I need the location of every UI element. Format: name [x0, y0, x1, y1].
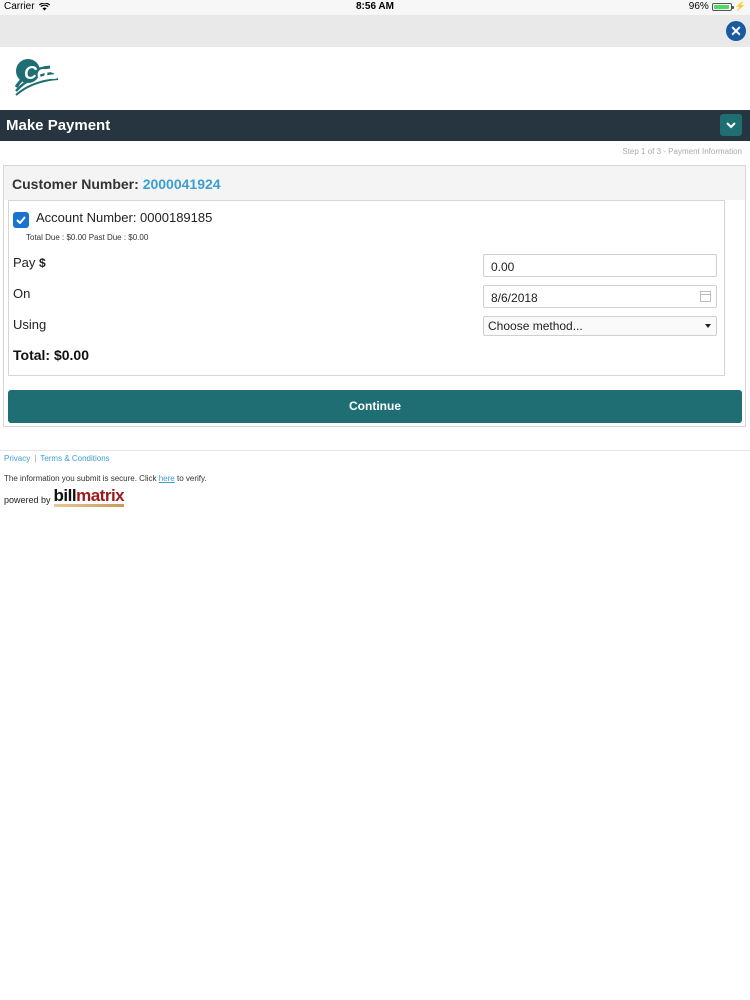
total-amount: Total: $0.00 [13, 347, 89, 363]
clock: 8:56 AM [356, 1, 394, 12]
payment-panel: Customer Number: 2000041924 Account Numb… [3, 165, 746, 427]
calendar-icon[interactable] [700, 291, 711, 302]
battery-icon [711, 2, 734, 11]
due-summary: Total Due : $0.00 Past Due : $0.00 [26, 233, 149, 242]
billmatrix-bill: bill [53, 486, 77, 505]
verify-link[interactable]: here [159, 474, 175, 483]
chevron-down-icon[interactable] [720, 114, 742, 136]
powered-by: powered by billmatrix [4, 486, 125, 507]
payment-method-value: Choose method... [488, 319, 583, 333]
battery-percent: 96% [688, 1, 709, 12]
privacy-link[interactable]: Privacy [4, 454, 30, 463]
pay-label-text: Pay [13, 255, 36, 270]
logo-area: CoServ [0, 47, 750, 110]
billmatrix-logo: billmatrix [53, 486, 125, 507]
payment-date-value: 8/6/2018 [491, 291, 538, 305]
terms-link[interactable]: Terms & Conditions [40, 454, 109, 463]
currency-symbol: $ [39, 256, 46, 270]
customer-number-text: Customer Number: [12, 176, 139, 192]
secure-suffix: to verify. [174, 474, 207, 483]
page-title: Make Payment [6, 117, 111, 134]
customer-header: Customer Number: 2000041924 [4, 166, 745, 200]
checkmark-icon [16, 216, 26, 225]
secure-prefix: The information you submit is secure. Cl… [4, 474, 159, 483]
svg-text:CoServ: CoServ [24, 63, 88, 83]
pay-amount-value: 0.00 [491, 260, 515, 274]
step-indicator: Step 1 of 3 - Payment Information [622, 147, 742, 156]
status-bar: Carrier 8:56 AM 96% ⚡ [0, 0, 750, 15]
on-label: On [13, 286, 31, 301]
payment-method-select[interactable]: Choose method... [483, 316, 717, 336]
footer-links: Privacy | Terms & Conditions [4, 454, 110, 463]
pay-amount-input[interactable]: 0.00 [483, 254, 717, 277]
secure-notice: The information you submit is secure. Cl… [4, 474, 207, 483]
status-right: 96% ⚡ [689, 1, 746, 12]
using-label: Using [13, 317, 47, 332]
charging-icon: ⚡ [734, 1, 746, 11]
account-section: Account Number: 0000189185 Total Due : $… [8, 200, 725, 376]
make-payment-header: Make Payment [0, 110, 750, 141]
coserv-logo: CoServ [14, 59, 88, 96]
customer-number-label: Customer Number: 2000041924 [12, 176, 221, 192]
footer-divider [0, 450, 750, 451]
account-number-label: Account Number: 0000189185 [36, 210, 213, 225]
customer-number-value: 2000041924 [142, 176, 221, 192]
link-separator: | [34, 454, 37, 463]
continue-button[interactable]: Continue [8, 390, 742, 423]
billmatrix-matrix: matrix [76, 486, 125, 505]
payment-date-input[interactable]: 8/6/2018 [483, 285, 717, 308]
pay-label: Pay $ [13, 255, 46, 270]
top-bar: ✕ [0, 15, 750, 47]
powered-by-label: powered by [4, 495, 51, 505]
account-checkbox[interactable] [13, 212, 29, 228]
dropdown-caret-icon [705, 324, 711, 328]
close-icon[interactable]: ✕ [726, 21, 746, 41]
